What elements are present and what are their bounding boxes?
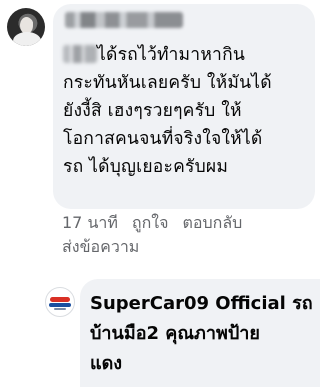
comment-line: รถ ได้บุญเยอะครับผม bbox=[63, 157, 229, 177]
reply-link[interactable]: ตอบกลับ bbox=[182, 213, 242, 232]
comment-line: ได้รถไว้ทำมาหากิน bbox=[97, 45, 246, 65]
comment-bubble: ได้รถไว้ทำมาหากิน กระทันหันเลยครับ ให้มั… bbox=[53, 4, 315, 209]
commenter-name-redacted[interactable] bbox=[65, 12, 183, 28]
like-link[interactable]: ถูกใจ bbox=[132, 213, 169, 232]
comment-thread: ได้รถไว้ทำมาหากิน กระทันหันเลยครับ ให้มั… bbox=[0, 0, 320, 387]
reply-line: SuperCar09 Official รถ bbox=[90, 293, 313, 314]
reply-line: แดง bbox=[90, 353, 123, 374]
reply-body: SuperCar09 Official รถ บ้านมือ2 คุณภาพป้… bbox=[90, 289, 318, 379]
send-message-link[interactable]: ส่งข้อความ bbox=[62, 235, 312, 259]
logo-mark bbox=[50, 297, 70, 302]
avatar-shoulder bbox=[13, 32, 41, 46]
comment-timestamp[interactable]: 17 นาที bbox=[62, 213, 118, 232]
logo-wordmark bbox=[49, 303, 71, 307]
reply-line: บ้านมือ2 คุณภาพป้าย bbox=[90, 323, 260, 344]
comment-line: โอกาสคนจนที่จริงใจให้ได้ bbox=[63, 129, 263, 149]
replier-avatar[interactable] bbox=[45, 287, 75, 317]
comment-actions-row: 17 นาที ถูกใจ ตอบกลับ bbox=[62, 211, 312, 235]
reply-bubble: SuperCar09 Official รถ บ้านมือ2 คุณภาพป้… bbox=[80, 279, 320, 387]
logo-underline bbox=[54, 308, 66, 310]
commenter-avatar[interactable] bbox=[7, 8, 45, 46]
comment-body: ได้รถไว้ทำมาหากิน กระทันหันเลยครับ ให้มั… bbox=[63, 41, 313, 181]
comment-line: ยังงี้สิ เฮงๆรวยๆครับ ให้ bbox=[63, 101, 242, 121]
comment-actions: 17 นาที ถูกใจ ตอบกลับ ส่งข้อความ bbox=[62, 211, 312, 259]
comment-line: กระทันหันเลยครับ ให้มันได้ bbox=[63, 73, 272, 93]
